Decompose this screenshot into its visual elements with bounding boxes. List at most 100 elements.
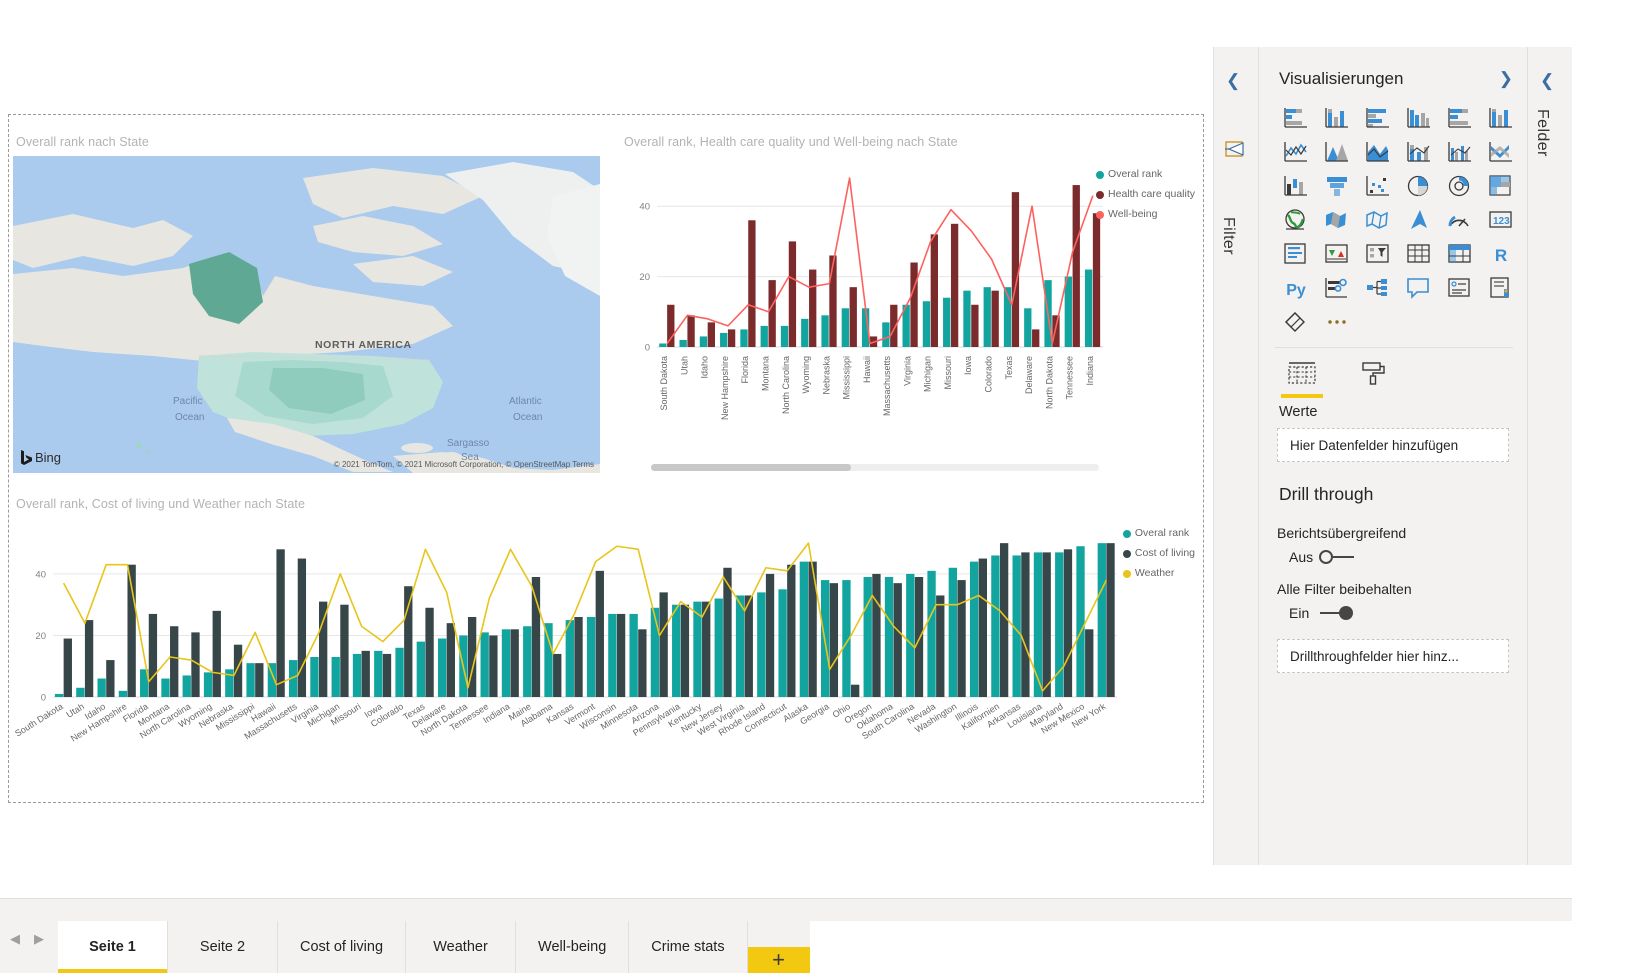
bar[interactable] [1052, 315, 1059, 347]
bar[interactable] [213, 611, 221, 697]
bar[interactable] [353, 654, 361, 697]
bar[interactable] [687, 315, 694, 347]
bar[interactable] [736, 595, 744, 697]
page-tab-weather[interactable]: Weather [406, 921, 516, 973]
chevron-left-icon[interactable]: ❮ [1226, 71, 1240, 91]
bar[interactable] [872, 574, 880, 697]
bar[interactable] [608, 614, 616, 697]
bar[interactable] [680, 340, 687, 347]
chevron-right-icon[interactable]: ▶ [34, 931, 44, 947]
matrix-icon[interactable] [1439, 237, 1480, 271]
stacked-column-chart-icon[interactable] [1316, 101, 1357, 135]
page-tab-seite-1[interactable]: Seite 1 [58, 921, 168, 973]
bar[interactable] [943, 298, 950, 347]
area-chart-icon[interactable] [1316, 135, 1357, 169]
bar[interactable] [672, 605, 680, 697]
bar[interactable] [1032, 329, 1039, 347]
bar[interactable] [276, 549, 284, 697]
chevron-left-icon[interactable]: ❮ [1540, 71, 1554, 91]
page-tab-cost-of-living[interactable]: Cost of living [278, 921, 406, 973]
bar[interactable] [992, 291, 999, 347]
bar[interactable] [991, 555, 999, 697]
fields-pane-collapsed[interactable]: ❮ Felder [1527, 47, 1572, 865]
bar[interactable] [332, 657, 340, 697]
bar[interactable] [842, 308, 849, 347]
page-tab-seite-2[interactable]: Seite 2 [168, 921, 278, 973]
bar[interactable] [1093, 213, 1100, 347]
bar[interactable] [927, 571, 935, 697]
legend-item[interactable]: Health care quality [1096, 185, 1195, 205]
bar[interactable] [957, 580, 965, 697]
bar[interactable] [821, 315, 828, 347]
power-apps-visual-icon[interactable] [1275, 305, 1316, 339]
bar[interactable] [64, 639, 72, 697]
bar[interactable] [447, 623, 455, 697]
bar[interactable] [715, 599, 723, 697]
page-tab-nav[interactable]: ◀ ▶ [0, 931, 58, 973]
combo-chart-legend[interactable]: Overal rankCost of livingWeather [1123, 524, 1195, 584]
table-icon[interactable] [1398, 237, 1439, 271]
clustered-bar-chart-icon[interactable] [1357, 101, 1398, 135]
bar[interactable] [255, 663, 263, 697]
100-stacked-column-chart-icon[interactable] [1480, 101, 1521, 135]
bar[interactable] [225, 669, 233, 697]
bar[interactable] [659, 343, 666, 347]
bar[interactable] [1012, 192, 1019, 347]
bar[interactable] [781, 326, 788, 347]
funnel-chart-icon[interactable] [1316, 169, 1357, 203]
bar[interactable] [404, 586, 412, 697]
bar[interactable] [310, 657, 318, 697]
bar-chart-legend[interactable]: Overal rankHealth care qualityWell-being [1096, 165, 1195, 225]
cross-report-toggle[interactable] [1319, 549, 1357, 565]
bar[interactable] [830, 583, 838, 697]
bar[interactable] [708, 322, 715, 347]
bar[interactable] [885, 577, 893, 697]
python-visual-icon[interactable]: Py [1275, 271, 1316, 305]
paginated-report-icon[interactable] [1480, 271, 1521, 305]
bar[interactable] [915, 577, 923, 697]
bar[interactable] [923, 301, 930, 347]
bar[interactable] [769, 280, 776, 347]
bar[interactable] [1021, 552, 1029, 697]
bar[interactable] [489, 635, 497, 697]
bar[interactable] [1064, 549, 1072, 697]
map-icon[interactable] [1275, 203, 1316, 237]
bar[interactable] [906, 574, 914, 697]
slicer-icon[interactable] [1357, 237, 1398, 271]
filter-pane-collapsed[interactable]: ❮ Filter [1213, 47, 1258, 865]
bar[interactable] [971, 305, 978, 347]
bar[interactable] [809, 270, 816, 347]
bar[interactable] [1085, 629, 1093, 697]
bar-chart-visual[interactable]: Overall rank, Health care quality und We… [621, 135, 1199, 475]
waterfall-chart-icon[interactable] [1275, 169, 1316, 203]
bar[interactable] [651, 608, 659, 697]
bar[interactable] [745, 595, 753, 697]
bar[interactable] [801, 319, 808, 347]
bar-chart-scrollbar[interactable] [651, 464, 1099, 471]
format-paint-roller-icon[interactable] [1351, 360, 1397, 398]
bar[interactable] [1085, 270, 1092, 347]
bar[interactable] [882, 322, 889, 347]
bar[interactable] [85, 620, 93, 697]
bar[interactable] [910, 263, 917, 347]
bar[interactable] [438, 639, 446, 697]
ribbon-chart-icon[interactable] [1480, 135, 1521, 169]
bar[interactable] [851, 685, 859, 697]
bar[interactable] [574, 617, 582, 697]
bar[interactable] [1073, 185, 1080, 347]
legend-item[interactable]: Overal rank [1123, 524, 1195, 544]
keep-filters-toggle-row[interactable]: Ein [1259, 597, 1527, 621]
bar[interactable] [532, 577, 540, 697]
bar[interactable] [1065, 277, 1072, 347]
bar[interactable] [374, 651, 382, 697]
bar[interactable] [523, 626, 531, 697]
legend-item[interactable]: Well-being [1096, 205, 1195, 225]
bar[interactable] [894, 583, 902, 697]
bar[interactable] [319, 602, 327, 697]
map-visual[interactable]: Overall rank nach State [13, 135, 603, 475]
values-drop-zone[interactable]: Hier Datenfelder hinzufügen [1277, 428, 1509, 462]
bar[interactable] [936, 595, 944, 697]
scatter-chart-icon[interactable] [1357, 169, 1398, 203]
add-page-button[interactable]: + [748, 947, 810, 973]
bar[interactable] [951, 224, 958, 347]
